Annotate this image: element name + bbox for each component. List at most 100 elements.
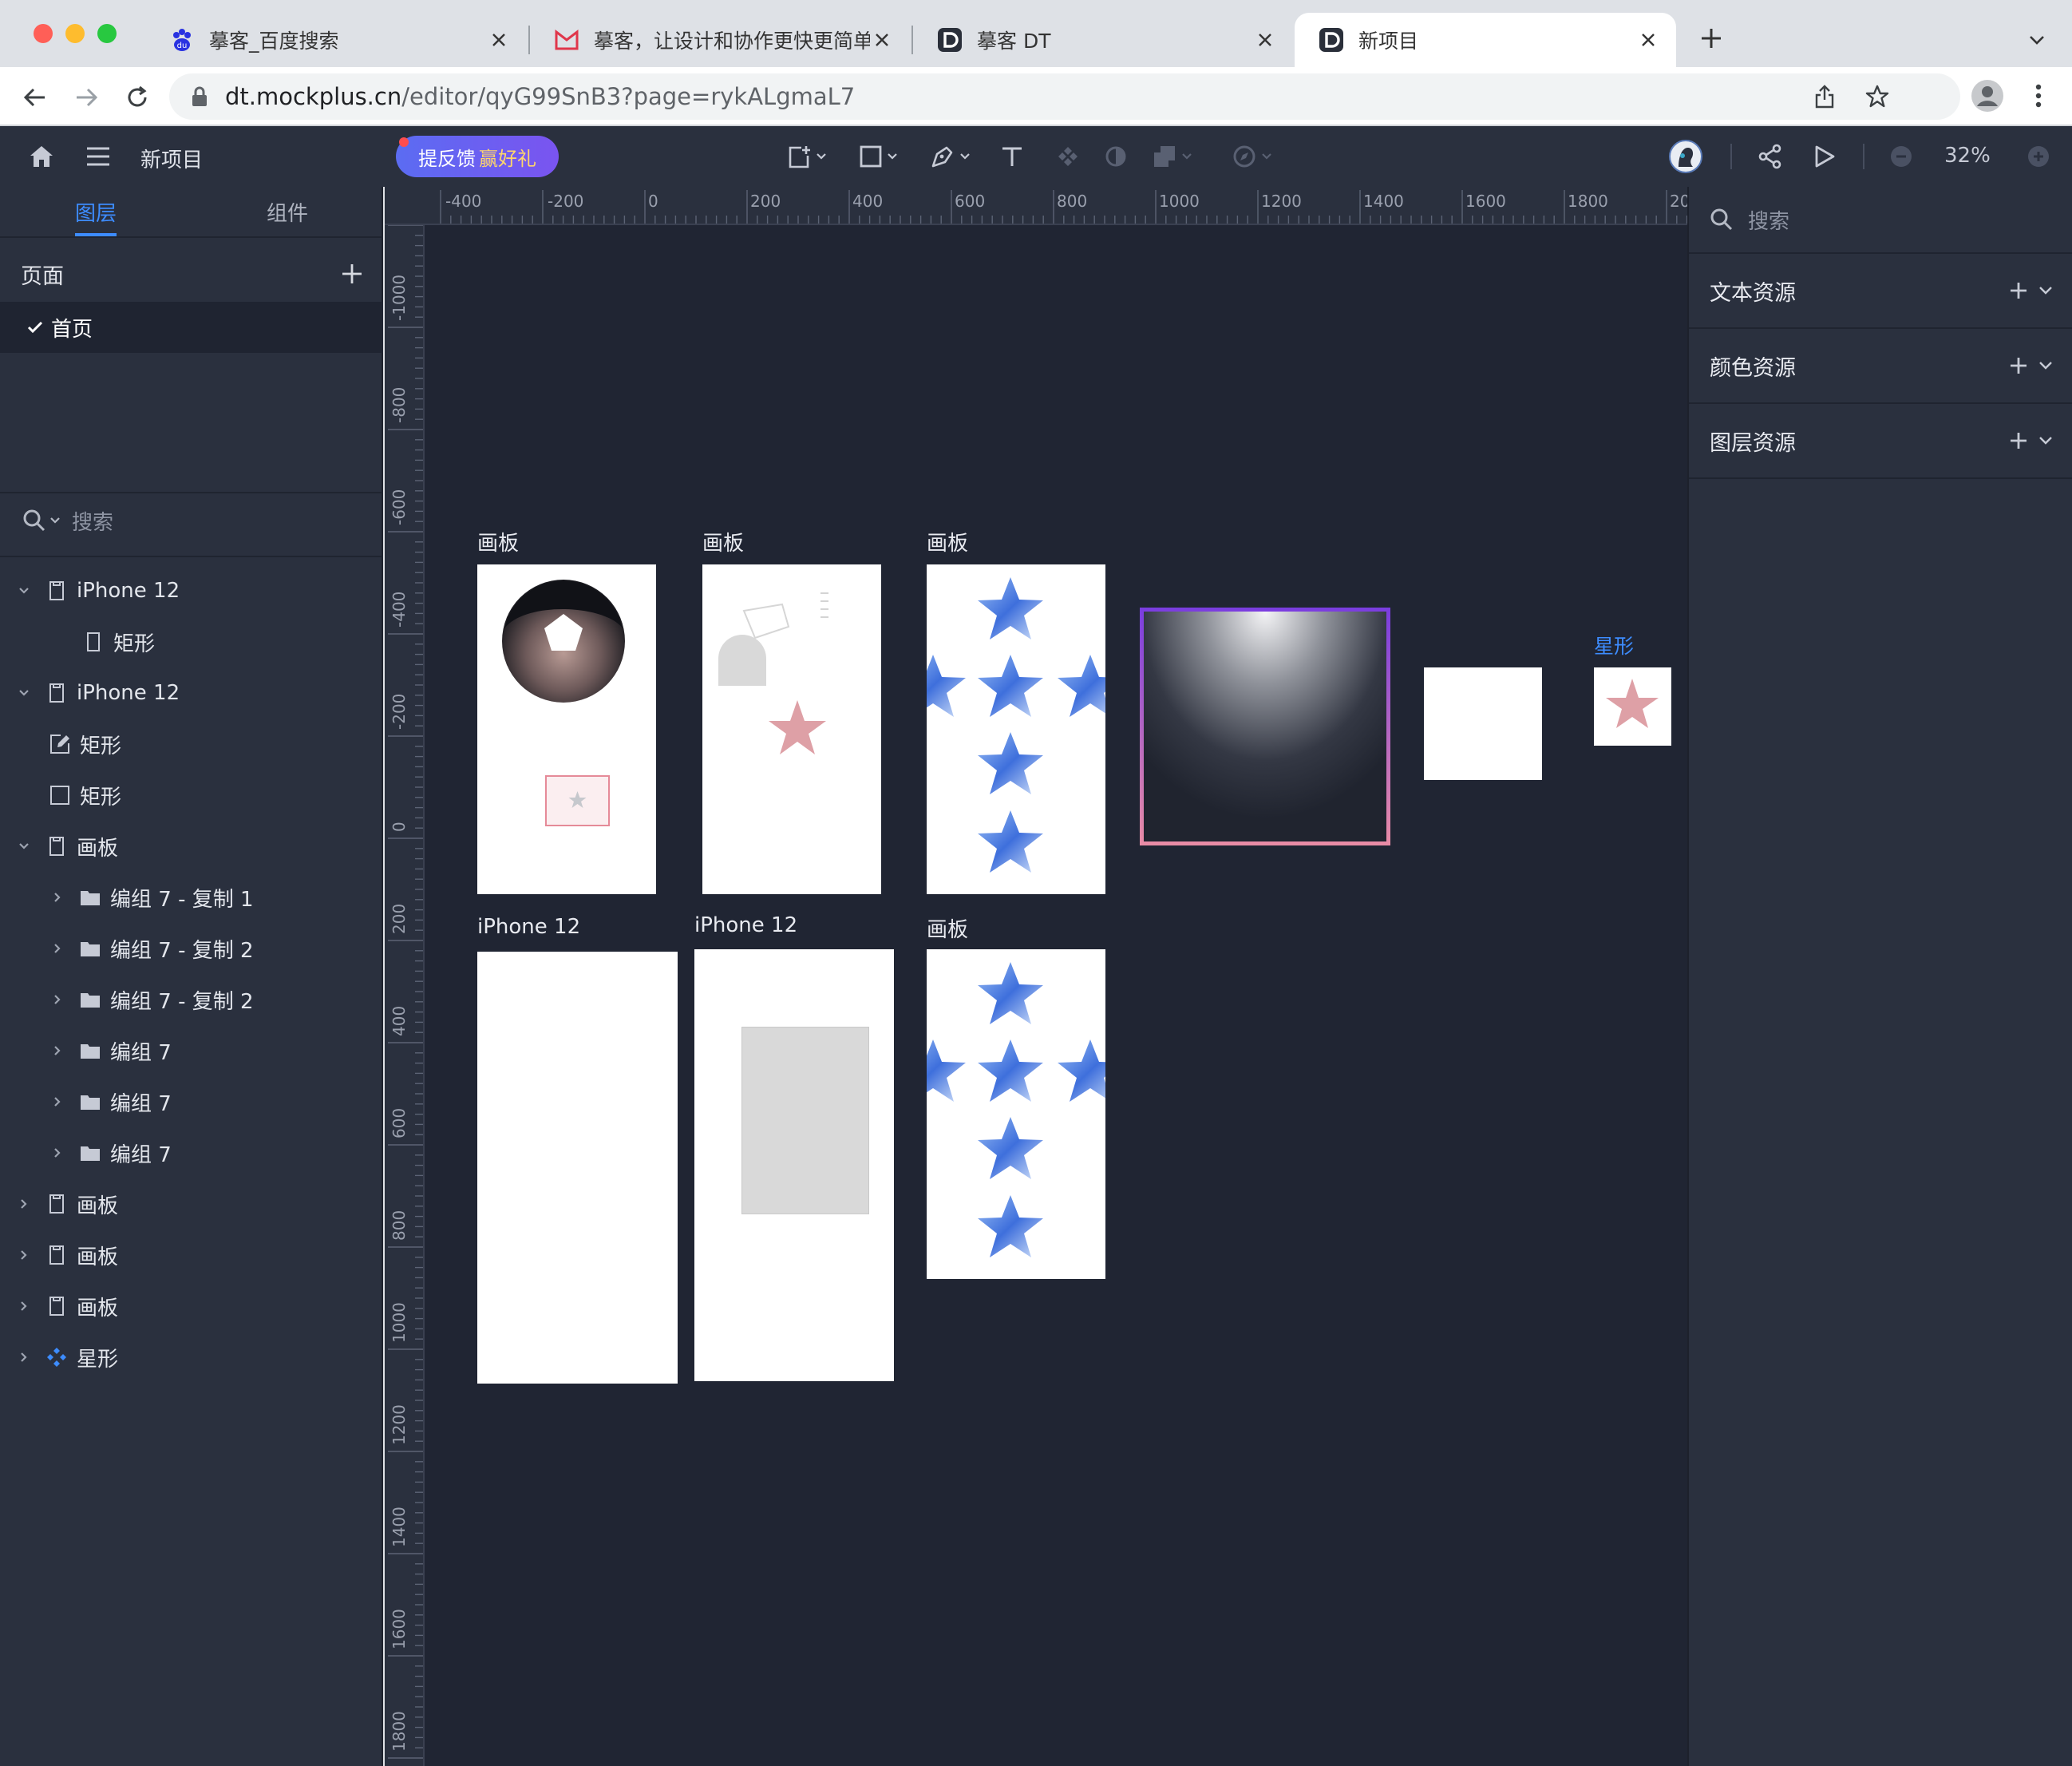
layer-row[interactable]: 矩形 bbox=[0, 770, 383, 821]
design-canvas[interactable]: -400 -200 0 200 400 600 800 1000 1200 14… bbox=[385, 187, 1687, 1766]
artboard-shapes[interactable] bbox=[702, 564, 881, 894]
share-button[interactable] bbox=[1753, 141, 1788, 172]
chevron-right-icon[interactable] bbox=[49, 940, 65, 956]
window-zoom-button[interactable] bbox=[97, 24, 117, 43]
artboard-portrait[interactable] bbox=[477, 564, 656, 894]
artboard-label[interactable]: 星形 bbox=[1594, 631, 1634, 659]
layer-row[interactable]: 画板 bbox=[0, 821, 383, 872]
white-rectangle[interactable] bbox=[1424, 667, 1542, 780]
home-button[interactable] bbox=[24, 141, 59, 172]
artboard-star[interactable] bbox=[1594, 667, 1671, 746]
layer-row[interactable]: iPhone 12 bbox=[0, 667, 383, 719]
chevron-right-icon[interactable] bbox=[16, 1196, 32, 1212]
artboard-label[interactable]: iPhone 12 bbox=[694, 913, 797, 937]
close-icon[interactable] bbox=[870, 28, 894, 52]
artboard-label[interactable]: iPhone 12 bbox=[477, 915, 580, 939]
tab-mockplus-dt[interactable]: 摹客 DT bbox=[913, 13, 1293, 67]
chevron-right-icon[interactable] bbox=[16, 1247, 32, 1263]
artboard-iphone-rect[interactable] bbox=[694, 949, 894, 1381]
chevron-down-icon[interactable] bbox=[2038, 286, 2053, 295]
feedback-button[interactable]: 提反馈 赢好礼 bbox=[396, 136, 559, 177]
layer-row[interactable]: 画板 bbox=[0, 1281, 383, 1332]
window-minimize-button[interactable] bbox=[65, 24, 85, 43]
resource-search[interactable]: 搜索 bbox=[1689, 187, 2072, 254]
plus-icon[interactable] bbox=[2010, 282, 2027, 299]
main-menu-button[interactable] bbox=[81, 141, 115, 172]
layer-row[interactable]: 编组 7 bbox=[0, 1127, 383, 1178]
zoom-in-button[interactable] bbox=[2024, 142, 2053, 171]
url-field[interactable]: dt.mockplus.cn/editor/qyG99SnB3?page=ryk… bbox=[169, 73, 1960, 120]
layer-row[interactable]: 编组 7 bbox=[0, 1025, 383, 1076]
layer-row[interactable]: 矩形 bbox=[0, 719, 383, 770]
close-icon[interactable] bbox=[1253, 28, 1277, 52]
tab-layers[interactable]: 图层 bbox=[48, 187, 144, 236]
artboard-label[interactable]: 画板 bbox=[927, 913, 968, 943]
section-layer-resources[interactable]: 图层资源 bbox=[1689, 404, 2072, 479]
new-tab-button[interactable] bbox=[1695, 22, 1727, 54]
artboard-label[interactable]: 画板 bbox=[702, 527, 744, 556]
chevron-down-icon[interactable] bbox=[2038, 436, 2053, 445]
chevron-down-icon[interactable] bbox=[2038, 361, 2053, 370]
component-tool[interactable] bbox=[1052, 141, 1084, 172]
share-page-button[interactable] bbox=[1809, 81, 1841, 113]
layer-row[interactable]: 画板 bbox=[0, 1178, 383, 1229]
artboard-stars[interactable] bbox=[927, 564, 1105, 894]
browser-menu-button[interactable] bbox=[2023, 80, 2054, 112]
artboard-label[interactable]: 画板 bbox=[477, 527, 519, 556]
artboard-label[interactable]: 画板 bbox=[927, 527, 968, 556]
section-color-resources[interactable]: 颜色资源 bbox=[1689, 329, 2072, 404]
chevron-right-icon[interactable] bbox=[49, 992, 65, 1008]
pen-tool[interactable] bbox=[924, 141, 977, 172]
text-tool[interactable] bbox=[996, 141, 1028, 172]
layer-row[interactable]: 星形 bbox=[0, 1332, 383, 1383]
layer-row[interactable]: 矩形 bbox=[0, 616, 383, 667]
chevron-right-icon[interactable] bbox=[49, 889, 65, 905]
chevron-down-icon[interactable] bbox=[16, 583, 32, 599]
plus-icon[interactable] bbox=[2010, 432, 2027, 449]
close-icon[interactable] bbox=[487, 28, 511, 52]
tab-components[interactable]: 组件 bbox=[239, 187, 335, 236]
tab-baidu-search[interactable]: du 摹客_百度搜索 bbox=[145, 13, 527, 67]
layer-row[interactable]: 编组 7 - 复制 2 bbox=[0, 974, 383, 1025]
layer-row[interactable]: 编组 7 bbox=[0, 1076, 383, 1127]
profile-button[interactable] bbox=[1968, 77, 2007, 115]
layer-row[interactable]: 画板 bbox=[0, 1229, 383, 1281]
chevron-right-icon[interactable] bbox=[16, 1298, 32, 1314]
layer-row[interactable]: 编组 7 - 复制 2 bbox=[0, 923, 383, 974]
gradient-rectangle[interactable] bbox=[1140, 608, 1390, 845]
layer-search[interactable]: 搜索 bbox=[0, 485, 383, 556]
chevron-right-icon[interactable] bbox=[16, 1349, 32, 1365]
layer-row[interactable]: iPhone 12 bbox=[0, 565, 383, 616]
chevron-right-icon[interactable] bbox=[49, 1043, 65, 1059]
zoom-level[interactable]: 32% bbox=[1944, 144, 1991, 168]
window-close-button[interactable] bbox=[34, 24, 53, 43]
tab-search-button[interactable] bbox=[2023, 26, 2051, 54]
tab-new-project[interactable]: 新项目 bbox=[1295, 13, 1676, 67]
section-text-resources[interactable]: 文本资源 bbox=[1689, 254, 2072, 329]
close-icon[interactable] bbox=[1636, 28, 1660, 52]
reload-button[interactable] bbox=[120, 80, 155, 115]
align-tool[interactable] bbox=[1226, 141, 1279, 172]
chevron-down-icon[interactable] bbox=[16, 685, 32, 701]
add-page-icon[interactable] bbox=[342, 263, 362, 284]
artboard-tool[interactable] bbox=[781, 141, 833, 172]
page-item-home[interactable]: 首页 bbox=[0, 302, 383, 353]
preview-button[interactable] bbox=[1807, 141, 1842, 172]
artboard-stars[interactable] bbox=[927, 949, 1105, 1279]
user-avatar[interactable] bbox=[1668, 139, 1703, 174]
tab-mockplus-home[interactable]: 摹客，让设计和协作更快更简单 bbox=[530, 13, 910, 67]
layer-row[interactable]: 编组 7 - 复制 1 bbox=[0, 872, 383, 923]
plus-icon[interactable] bbox=[2010, 357, 2027, 374]
chevron-right-icon[interactable] bbox=[49, 1145, 65, 1161]
project-title[interactable]: 新项目 bbox=[140, 144, 203, 173]
boolean-tool[interactable] bbox=[1146, 141, 1199, 172]
shape-tool[interactable] bbox=[852, 141, 905, 172]
bookmark-button[interactable] bbox=[1861, 81, 1893, 113]
forward-button[interactable] bbox=[69, 80, 104, 115]
back-button[interactable] bbox=[18, 80, 53, 115]
chevron-right-icon[interactable] bbox=[49, 1094, 65, 1110]
mask-tool[interactable] bbox=[1100, 141, 1132, 172]
zoom-out-button[interactable] bbox=[1887, 142, 1916, 171]
artboard-iphone-blank[interactable] bbox=[477, 952, 678, 1384]
chevron-down-icon[interactable] bbox=[16, 838, 32, 854]
